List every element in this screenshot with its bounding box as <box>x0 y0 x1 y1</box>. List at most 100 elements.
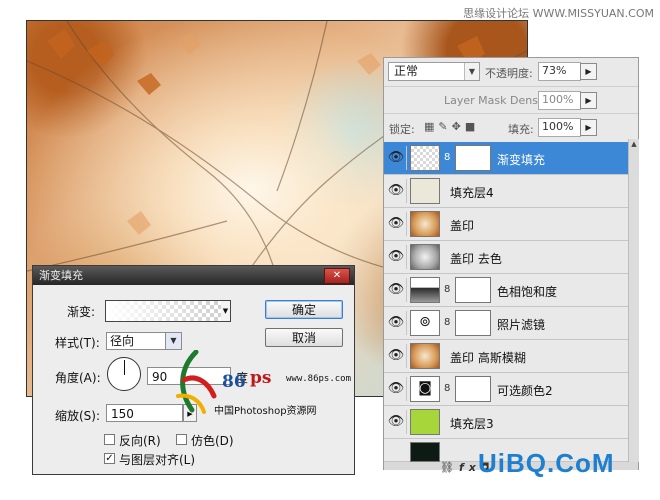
angle-dial[interactable] <box>107 357 141 391</box>
layer-mask-thumbnail <box>455 376 491 402</box>
gradient-label: 渐变: <box>67 305 96 319</box>
layer-row-stamp-desaturate[interactable]: 👁 盖印 去色 <box>384 241 628 274</box>
layer-name: 可选颜色2 <box>497 384 553 398</box>
reverse-checkbox[interactable] <box>104 434 115 445</box>
style-label: 样式(T): <box>55 336 100 350</box>
layer-thumbnail-gradient <box>410 145 440 171</box>
opacity-input[interactable]: 73% <box>538 62 581 81</box>
lock-transparency-icon[interactable]: ▦ <box>424 120 438 133</box>
layer-row-fill-3[interactable]: 👁 填充层3 <box>384 406 628 439</box>
layer-mask-thumbnail <box>455 145 491 171</box>
dialog-title: 渐变填充 <box>39 269 83 282</box>
reverse-label: 反向(R) <box>119 434 161 448</box>
eye-icon[interactable]: 👁 <box>386 179 407 203</box>
layer-mask-density-input[interactable]: 100% <box>538 91 581 110</box>
layer-row-selective-color[interactable]: 👁 ◙ 8 可选颜色2 <box>384 373 628 406</box>
scale-label: 缩放(S): <box>55 409 101 423</box>
link-icon[interactable]: 8 <box>444 383 450 394</box>
style-value: 径向 <box>110 334 135 348</box>
watermark-bottom: UiBQ.CoM <box>478 448 615 478</box>
ok-button[interactable]: 确定 <box>265 300 343 319</box>
gradient-preview[interactable] <box>105 300 223 322</box>
layer-thumbnail-solid <box>410 409 440 435</box>
dialog-titlebar[interactable]: 渐变填充 <box>33 266 354 285</box>
cancel-button[interactable]: 取消 <box>265 328 343 347</box>
mask-density-row: Layer Mask Density 100% ▶ <box>384 86 638 114</box>
layer-name: 盖印 <box>450 219 475 233</box>
opacity-label: 不透明度: <box>485 67 533 80</box>
close-button[interactable]: ✕ <box>324 268 350 284</box>
layer-name: 填充层4 <box>450 186 494 200</box>
fill-input[interactable]: 100% <box>538 118 581 137</box>
lock-all-icon[interactable]: ■ <box>465 120 479 133</box>
align-with-layer-checkbox[interactable]: ✓ <box>104 453 115 464</box>
lock-row: 锁定: ▦✎✥■ 填充: 100% ▶ <box>384 113 638 141</box>
selective-color-adjustment-icon: ◙ <box>410 376 440 402</box>
eye-icon[interactable]: 👁 <box>386 410 407 434</box>
dither-checkbox[interactable] <box>176 434 187 445</box>
eye-icon[interactable]: 👁 <box>386 245 407 269</box>
layer-row-photo-filter[interactable]: 👁 ⊚ 8 照片滤镜 <box>384 307 628 340</box>
watermark-top: 思缘设计论坛 WWW.MISSYUAN.COM <box>463 7 654 20</box>
link-icon[interactable]: 8 <box>444 284 450 295</box>
lock-paint-icon[interactable]: ✎ <box>438 120 451 133</box>
layer-name: 色相饱和度 <box>497 285 558 299</box>
layer-mask-thumbnail <box>455 277 491 303</box>
layer-name: 照片滤镜 <box>497 318 546 332</box>
hue-saturation-adjustment-icon <box>410 277 440 303</box>
style-select[interactable]: 径向 ▼ <box>106 332 182 350</box>
angle-label: 角度(A): <box>55 371 101 385</box>
logo-site-text: www.86ps.com <box>286 374 352 384</box>
layer-thumbnail-photo-gray <box>410 244 440 270</box>
86ps-logo: 86 ps www.86ps.com 中国Photoshop资源网 <box>170 350 351 420</box>
layer-thumbnail-dark <box>410 442 440 462</box>
layers-options-row: 正常 ▼ 不透明度: 73% ▶ <box>384 58 638 85</box>
link-icon[interactable]: 8 <box>444 152 450 163</box>
eye-icon[interactable]: 👁 <box>386 212 407 236</box>
eye-icon[interactable]: 👁 <box>386 344 407 368</box>
layer-name: 渐变填充 <box>497 153 546 167</box>
eye-icon[interactable]: 👁 <box>386 311 407 335</box>
logo-subtitle: 中国Photoshop资源网 <box>214 406 317 417</box>
photo-filter-adjustment-icon: ⊚ <box>410 310 440 336</box>
layer-row-gradient-fill[interactable]: 👁 8 渐变填充 <box>384 142 628 175</box>
layer-thumbnail-photo <box>410 211 440 237</box>
scroll-up-arrow-icon[interactable]: ▲ <box>629 139 639 149</box>
layer-row-hue-saturation[interactable]: 👁 8 色相饱和度 <box>384 274 628 307</box>
layer-row-fill-4[interactable]: 👁 填充层4 <box>384 175 628 208</box>
layer-mask-thumbnail <box>455 310 491 336</box>
fill-label: 填充: <box>508 123 534 136</box>
fill-slider-button[interactable]: ▶ <box>580 119 597 136</box>
layer-name: 填充层3 <box>450 417 494 431</box>
lock-label: 锁定: <box>389 123 415 136</box>
logo-ps-text: ps <box>250 368 272 388</box>
lock-move-icon[interactable]: ✥ <box>452 120 465 133</box>
layer-mask-density-label: Layer Mask Density <box>444 94 552 107</box>
logo-swirl-icon <box>176 350 217 414</box>
layer-row-stamp-gaussian-blur[interactable]: 👁 盖印 高斯模糊 <box>384 340 628 373</box>
layer-thumbnail-photo <box>410 343 440 369</box>
layers-scrollbar[interactable]: ▲ <box>628 139 639 462</box>
logo-86-text: 86 <box>222 372 246 392</box>
gradient-picker-arrow-icon[interactable]: ▼ <box>221 300 231 322</box>
link-icon[interactable]: 8 <box>444 317 450 328</box>
lock-icons-group: ▦✎✥■ <box>424 120 479 133</box>
chevron-down-icon: ▼ <box>165 333 181 349</box>
eye-icon[interactable]: 👁 <box>386 278 407 302</box>
chevron-down-icon: ▼ <box>464 63 479 80</box>
blend-mode-select[interactable]: 正常 ▼ <box>388 62 480 81</box>
layer-row-stamp[interactable]: 👁 盖印 <box>384 208 628 241</box>
blend-mode-value: 正常 <box>394 64 419 78</box>
link-layers-icon[interactable]: ⛓ <box>440 461 459 474</box>
layer-thumbnail-solid <box>410 178 440 204</box>
angle-needle <box>124 360 125 375</box>
eye-icon[interactable]: 👁 <box>386 146 407 170</box>
dither-label: 仿色(D) <box>191 434 234 448</box>
layer-name: 盖印 高斯模糊 <box>450 351 526 365</box>
mask-density-slider-button[interactable]: ▶ <box>580 92 597 109</box>
eye-icon[interactable]: 👁 <box>386 377 407 401</box>
layer-name: 盖印 去色 <box>450 252 502 266</box>
layers-panel: 正常 ▼ 不透明度: 73% ▶ Layer Mask Density 100%… <box>383 57 639 474</box>
align-with-layer-label: 与图层对齐(L) <box>119 453 196 467</box>
opacity-slider-button[interactable]: ▶ <box>580 63 597 80</box>
